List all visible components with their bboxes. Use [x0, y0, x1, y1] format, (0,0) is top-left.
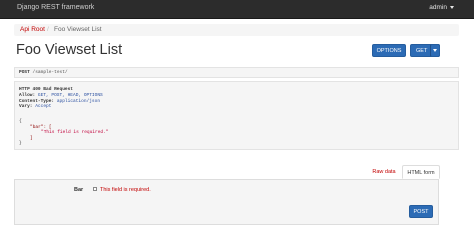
- chevron-down-icon: [450, 5, 454, 9]
- json-key: "bar":: [30, 124, 47, 130]
- request-info: POST /sample-test/: [14, 67, 459, 78]
- breadcrumb-current: Foo Viewset List: [54, 26, 102, 33]
- navbar: Django REST framework admin: [0, 0, 474, 19]
- response-header: Allow: GET, POST, HEAD, OPTIONS: [19, 93, 103, 98]
- tab-html-form[interactable]: HTML form: [402, 165, 440, 179]
- brand-link[interactable]: Django REST framework: [17, 4, 94, 11]
- post-button[interactable]: POST: [409, 205, 433, 218]
- header-name: Allow:: [19, 93, 36, 98]
- request-method: POST: [19, 70, 30, 75]
- response-header: Vary: Accept: [19, 104, 51, 109]
- user-name: admin: [429, 4, 447, 11]
- caret-down-icon: [433, 49, 437, 53]
- header-name: Vary:: [19, 104, 33, 109]
- json-error-message: "This field is required.": [41, 130, 109, 135]
- page-title: Foo Viewset List: [16, 42, 123, 58]
- tab-raw-data[interactable]: Raw data: [368, 165, 400, 179]
- json-key-line: "bar": [: [30, 125, 52, 130]
- get-format-dropdown[interactable]: [430, 44, 440, 57]
- breadcrumb-api-root[interactable]: Api Root: [20, 24, 45, 36]
- response-status: HTTP 400 Bad Request: [19, 87, 74, 92]
- header-value: application/json: [56, 98, 101, 104]
- json-open-brace: {: [19, 119, 22, 124]
- content-tabs: Raw data HTML form: [0, 165, 474, 179]
- user-menu[interactable]: admin: [429, 4, 454, 11]
- response-info: HTTP 400 Bad Request Allow: GET, POST, H…: [14, 81, 459, 150]
- request-path: /sample-test/: [32, 70, 68, 75]
- bar-field-label: Bar: [74, 187, 84, 193]
- header-value: GET, POST, HEAD, OPTIONS: [37, 93, 103, 98]
- json-list-close: ]: [30, 135, 33, 141]
- json-list-open: [: [48, 124, 52, 130]
- html-form-panel: [14, 179, 439, 225]
- bar-field-error: This field is required.: [100, 187, 151, 193]
- header-name: Content-Type:: [19, 98, 55, 104]
- breadcrumb-separator: /: [47, 26, 49, 33]
- json-close-brace: }: [19, 141, 22, 146]
- header-value: Accept: [35, 104, 52, 109]
- options-button[interactable]: OPTIONS: [372, 44, 406, 57]
- breadcrumb: Api Root / Foo Viewset List: [14, 24, 459, 36]
- bar-checkbox[interactable]: [93, 187, 97, 191]
- response-header: Content-Type: application/json: [19, 99, 100, 104]
